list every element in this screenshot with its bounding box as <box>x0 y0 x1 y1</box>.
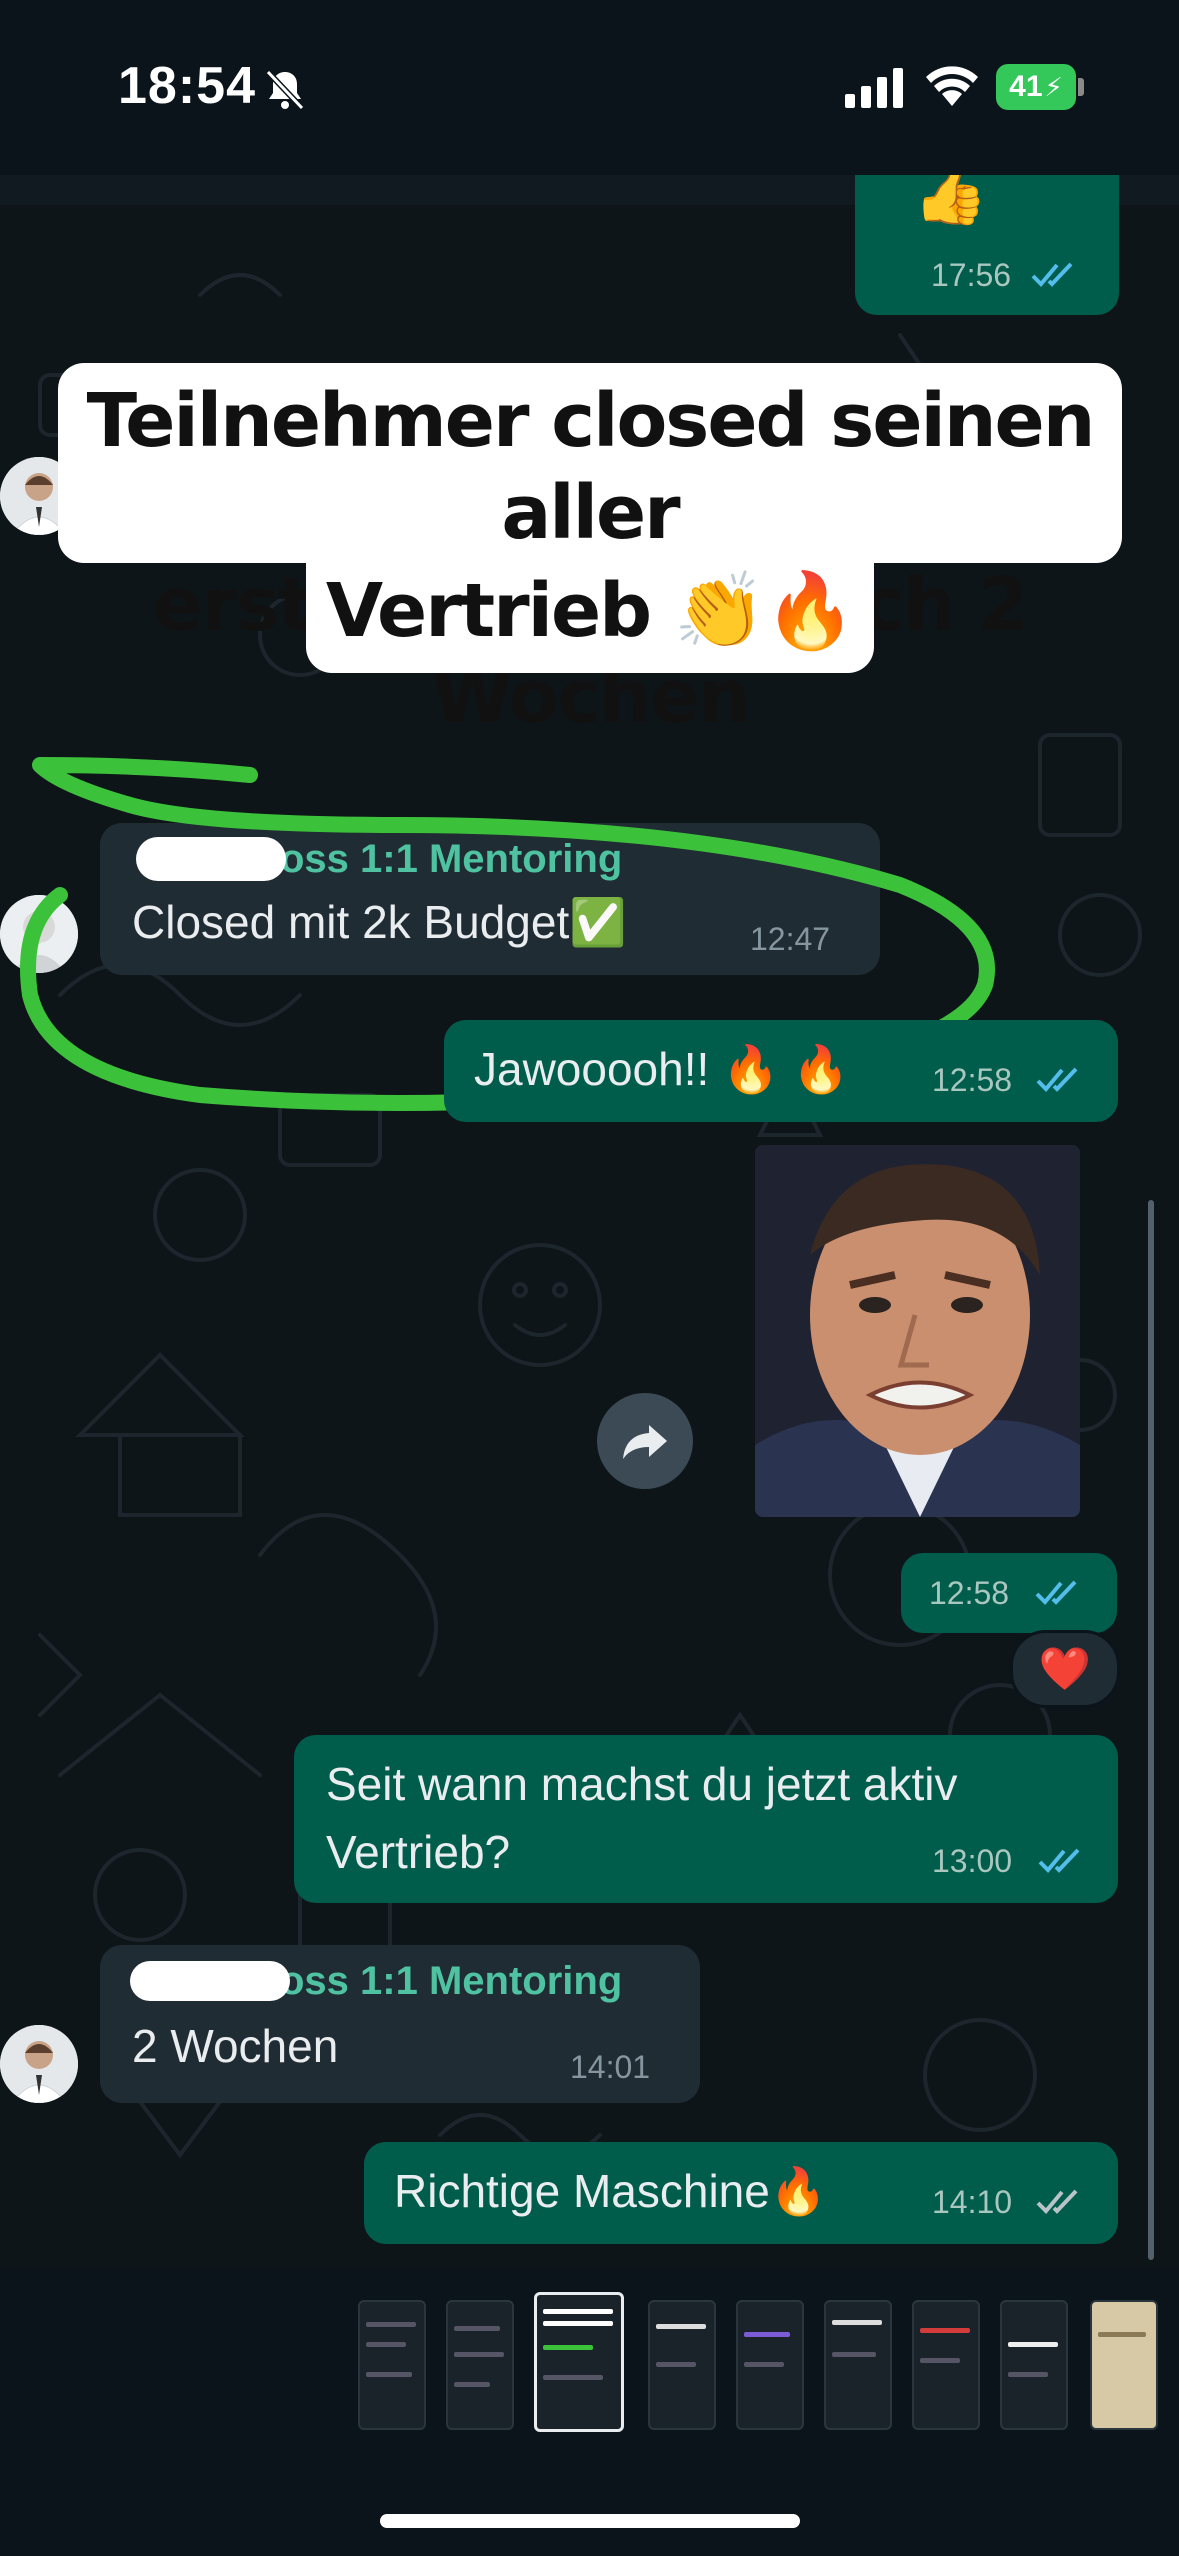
thumbnail[interactable] <box>446 2300 514 2430</box>
sender-name: oss 1:1 Mentoring <box>280 1959 623 2003</box>
message-bubble-outgoing[interactable]: 12:58 <box>901 1553 1117 1633</box>
battery-indicator: 41 ⚡ <box>996 64 1076 110</box>
message-time: 12:58 <box>929 1575 1010 1611</box>
chat-area[interactable]: 👍 17:56 Teilnehmer closed seinen aller e… <box>0 175 1179 2270</box>
message-time: 17:56 <box>931 257 1012 293</box>
message-text: Richtige Maschine🔥 <box>394 2165 828 2217</box>
overlay-caption-box: Teilnehmer closed seinen aller ersten Ku… <box>58 363 1122 740</box>
status-time: 18:54 <box>118 57 256 115</box>
message-text: 2 Wochen <box>132 2020 339 2072</box>
sticker-face-image <box>755 1145 1080 1517</box>
message-time: 12:58 <box>932 1062 1013 1098</box>
message-bubble-outgoing[interactable]: Jawooooh!! 🔥 🔥 12:58 <box>444 1020 1118 1122</box>
message-emoji: 👍 <box>913 175 988 227</box>
bell-slash-icon <box>265 69 305 111</box>
person-avatar-icon <box>0 2025 78 2103</box>
message-bubble-outgoing[interactable]: Seit wann machst du jetzt aktiv Vertrieb… <box>294 1735 1118 1903</box>
charging-bolt-icon: ⚡ <box>1044 71 1063 102</box>
redacted-name <box>130 1961 290 2001</box>
double-check-icon <box>1038 1848 1080 1873</box>
thumbnail[interactable] <box>358 2300 426 2430</box>
thumbnail-active[interactable] <box>534 2292 624 2432</box>
home-indicator[interactable] <box>380 2514 800 2528</box>
thumbnail[interactable] <box>1090 2300 1158 2430</box>
double-check-icon <box>1035 1580 1077 1605</box>
thumbnail[interactable] <box>648 2300 716 2430</box>
message-bubble-incoming[interactable]: oss 1:1 Mentoring 2 Wochen 14:01 <box>100 1945 700 2103</box>
cellular-signal-icon <box>845 68 903 108</box>
message-text-line-2: Vertrieb? <box>326 1826 511 1878</box>
caption-line-1: Teilnehmer closed seinen aller <box>86 378 1096 556</box>
reaction-badge[interactable]: ❤️ <box>1010 1630 1120 1708</box>
message-time: 14:10 <box>932 2184 1013 2220</box>
heart-reaction-icon: ❤️ <box>1038 1644 1092 1692</box>
message-bubble-outgoing[interactable]: Richtige Maschine🔥 14:10 <box>364 2142 1118 2244</box>
message-text: Jawooooh!! 🔥 🔥 <box>474 1043 850 1095</box>
sticker-image[interactable] <box>755 1145 1080 1517</box>
message-text-line-1: Seit wann machst du jetzt aktiv <box>326 1758 958 1810</box>
thumbnail[interactable] <box>736 2300 804 2430</box>
thumbnail[interactable] <box>824 2300 892 2430</box>
message-time: 13:00 <box>932 1843 1013 1879</box>
double-check-icon <box>1036 1067 1078 1092</box>
double-check-icon <box>1031 262 1073 287</box>
battery-nub <box>1078 78 1084 96</box>
double-check-icon <box>1036 2189 1078 2214</box>
scrollbar[interactable] <box>1148 1200 1154 2260</box>
status-bar: 18:54 41 ⚡ <box>0 0 1179 175</box>
message-bubble-outgoing[interactable]: 👍 17:56 <box>855 175 1119 315</box>
forward-icon <box>623 1425 667 1459</box>
battery-level: 41 <box>1009 70 1043 103</box>
caption-line-3: Vertrieb 👏🔥 <box>306 561 874 673</box>
message-time: 14:01 <box>570 2049 651 2085</box>
wifi-icon <box>926 66 978 106</box>
avatar[interactable] <box>0 2025 78 2103</box>
forward-button[interactable] <box>597 1393 693 1489</box>
thumbnail[interactable] <box>912 2300 980 2430</box>
thumbnail[interactable] <box>1000 2300 1068 2430</box>
